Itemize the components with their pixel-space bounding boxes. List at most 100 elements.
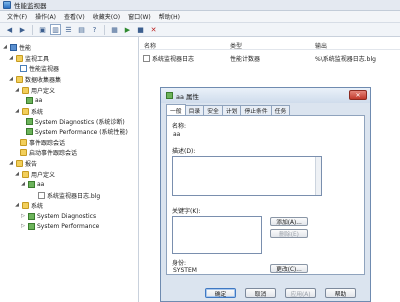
collapse-icon[interactable]: ◢ <box>8 76 14 82</box>
window-title: 性能监视器 <box>14 2 47 10</box>
run-as-value: SYSTEM <box>173 267 197 274</box>
run-as-label: 身份: <box>172 260 187 267</box>
menu-help[interactable]: 帮助(H) <box>155 12 184 21</box>
list-view-icon[interactable]: ☰ <box>63 24 74 35</box>
properties-dialog: aa 属性 ✕ 一般 目录 安全 计划 停止条件 任务 名称: aa 描述(D)… <box>160 87 371 302</box>
tree-label: 性能 <box>19 44 32 52</box>
menu-favorites[interactable]: 收藏夹(O) <box>89 12 124 21</box>
keywords-list[interactable] <box>172 216 262 254</box>
tree-label: 启动事件跟踪会话 <box>29 149 78 157</box>
collapse-icon[interactable]: ◢ <box>8 160 14 166</box>
tree-node-monitoring-tools[interactable]: ◢ 监视工具 <box>8 53 49 63</box>
help-button[interactable]: 帮助 <box>325 288 356 298</box>
description-scrollbar[interactable] <box>315 157 321 195</box>
expand-icon[interactable]: ▷ <box>20 223 26 229</box>
menu-window[interactable]: 窗口(W) <box>124 12 155 21</box>
cancel-button[interactable]: 取消 <box>245 288 276 298</box>
properties-icon[interactable]: ▤ <box>76 24 87 35</box>
tree-node-reports-system-diagnostics[interactable]: ▷ System Diagnostics <box>20 211 96 221</box>
toolbar: ◀ ▶ ▣ ▥ ☰ ▤ ? ▦ ▶ ■ ✕ <box>0 23 400 37</box>
expand-icon[interactable]: ▷ <box>20 213 26 219</box>
collapse-icon[interactable]: ◢ <box>14 87 20 93</box>
collapse-icon[interactable]: ◢ <box>14 202 20 208</box>
tree-node-report-log[interactable]: 系统监视器日志.blg <box>38 190 100 200</box>
column-header-type[interactable]: 类型 <box>230 41 242 50</box>
tree-node-reports-system-performance[interactable]: ▷ System Performance <box>20 221 99 231</box>
collapse-icon[interactable]: ◢ <box>14 171 20 177</box>
help-icon[interactable]: ? <box>89 24 100 35</box>
folder-icon <box>22 201 29 209</box>
show-hide-tree-icon[interactable]: ▥ <box>50 24 61 35</box>
tree-label: aa <box>37 180 45 188</box>
name-label: 名称: <box>172 123 187 130</box>
performance-icon <box>10 43 17 51</box>
folder-icon <box>20 148 27 156</box>
tab-directory[interactable]: 目录 <box>184 105 205 115</box>
tree-label: 系统 <box>31 202 44 210</box>
tree-node-data-collector-sets[interactable]: ◢ 数据收集器集 <box>8 74 61 84</box>
name-value: aa <box>173 131 181 138</box>
dialog-title-bar[interactable]: aa 属性 <box>161 88 370 103</box>
collapse-icon[interactable]: ◢ <box>2 44 8 50</box>
tree-node-perf-monitor[interactable]: 性能监视器 <box>20 63 59 73</box>
tree-label: aa <box>35 96 43 104</box>
collapse-icon[interactable]: ◢ <box>20 181 26 187</box>
list-item-output: %\系统监视器日志.blg <box>315 56 376 63</box>
tree-label: 报告 <box>25 160 38 168</box>
collector-set-icon <box>166 92 173 99</box>
add-keyword-button[interactable]: 添加(A)... <box>270 217 308 226</box>
folder-icon <box>22 170 29 178</box>
folder-icon <box>22 86 29 94</box>
tree-node-reports[interactable]: ◢ 报告 <box>8 158 37 168</box>
navigation-tree: ◢ 性能 ◢ 监视工具 性能监视器 ◢ 数据收集器集 ◢ 用户定义 aa ◢ 系… <box>0 37 139 302</box>
collapse-icon[interactable]: ◢ <box>8 55 14 61</box>
tree-label: 性能监视器 <box>29 65 60 73</box>
list-item[interactable]: 系统监视器日志 性能计数器 %\系统监视器日志.blg <box>140 53 400 63</box>
new-icon[interactable]: ▦ <box>109 24 120 35</box>
start-icon[interactable]: ▶ <box>122 24 133 35</box>
tab-stop-condition[interactable]: 停止条件 <box>240 105 272 115</box>
tree-node-reports-system[interactable]: ◢ 系统 <box>14 200 43 210</box>
toolbar-separator <box>104 24 105 35</box>
close-button[interactable]: ✕ <box>349 90 367 100</box>
tree-node-aa[interactable]: aa <box>26 95 42 105</box>
up-icon[interactable]: ▣ <box>37 24 48 35</box>
ok-button[interactable]: 确定 <box>205 288 236 298</box>
tab-general[interactable]: 一般 <box>166 104 186 115</box>
menu-view[interactable]: 查看(V) <box>60 12 89 21</box>
log-file-icon <box>38 191 45 199</box>
tree-node-root[interactable]: ◢ 性能 <box>2 42 31 52</box>
tree-node-event-trace[interactable]: 事件跟踪会话 <box>20 137 65 147</box>
dialog-tabs: 一般 目录 安全 计划 停止条件 任务 <box>166 104 291 115</box>
toolbar-separator <box>32 24 33 35</box>
apply-button[interactable]: 应用(A) <box>285 288 316 298</box>
tree-node-startup-event-trace[interactable]: 启动事件跟踪会话 <box>20 147 77 157</box>
tree-node-reports-aa[interactable]: ◢ aa <box>20 179 44 189</box>
tree-node-system-performance[interactable]: System Performance (系统性能) <box>26 126 128 136</box>
stop-icon[interactable]: ■ <box>135 24 146 35</box>
tree-node-system[interactable]: ◢ 系统 <box>14 106 43 116</box>
tree-label: System Diagnostics <box>37 212 97 220</box>
column-header-name[interactable]: 名称 <box>144 41 156 50</box>
description-input[interactable] <box>172 156 322 196</box>
folder-icon <box>20 138 27 146</box>
title-bar: 性能监视器 <box>0 0 400 11</box>
change-button[interactable]: 更改(C)... <box>270 264 308 273</box>
back-icon[interactable]: ◀ <box>4 24 15 35</box>
forward-icon[interactable]: ▶ <box>17 24 28 35</box>
tree-node-system-diagnostics[interactable]: System Diagnostics (系统诊断) <box>26 116 125 126</box>
tab-schedule[interactable]: 计划 <box>221 105 242 115</box>
delete-icon[interactable]: ✕ <box>148 24 159 35</box>
tree-node-reports-user-defined[interactable]: ◢ 用户定义 <box>14 169 55 179</box>
menu-action[interactable]: 操作(A) <box>31 12 60 21</box>
menu-file[interactable]: 文件(F) <box>3 12 31 21</box>
tree-label: 系统监视器日志.blg <box>47 192 101 200</box>
delete-keyword-button[interactable]: 删除(E) <box>270 229 308 238</box>
perfmon-app-icon <box>3 1 11 9</box>
column-header-output[interactable]: 输出 <box>315 41 327 50</box>
tree-node-user-defined[interactable]: ◢ 用户定义 <box>14 85 55 95</box>
tab-task[interactable]: 任务 <box>270 105 291 115</box>
tab-security[interactable]: 安全 <box>203 105 223 115</box>
collector-set-icon <box>26 96 33 104</box>
collapse-icon[interactable]: ◢ <box>14 108 20 114</box>
